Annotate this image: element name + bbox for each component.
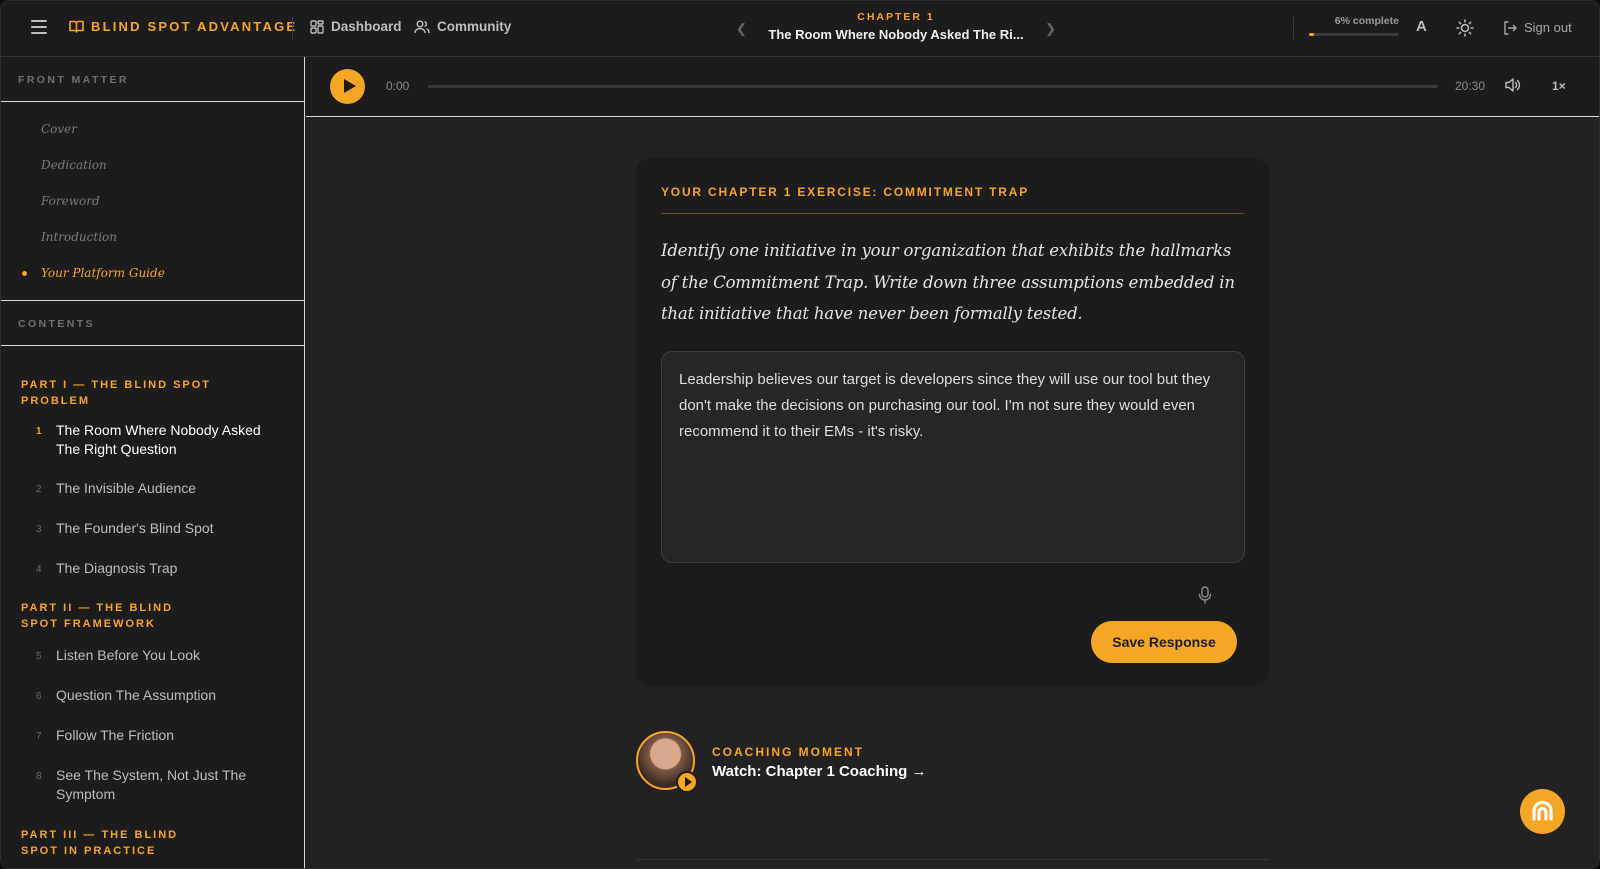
- current-time: 0:00: [386, 79, 410, 93]
- users-icon: [414, 20, 430, 33]
- reading-progress: 6% complete: [1309, 15, 1399, 36]
- section-divider: [636, 859, 1269, 860]
- dashboard-grid-icon: [310, 19, 324, 34]
- front-matter-label: Your Platform Guide: [41, 266, 165, 280]
- front-matter-item-cover[interactable]: Cover: [1, 112, 304, 148]
- chapter-title-text: The Founder's Blind Spot: [56, 520, 214, 536]
- chapter-number: 6: [36, 691, 42, 702]
- part-heading: PART I — THE BLIND SPOT PROBLEM: [21, 379, 212, 407]
- coaching-label: COACHING MOMENT: [712, 745, 864, 759]
- audio-player: 0:00 20:30 1×: [306, 57, 1599, 117]
- sign-out-label: Sign out: [1524, 20, 1572, 35]
- chapter-title-text: Question The Assumption: [56, 687, 217, 703]
- chapter-title-text: Follow The Friction: [56, 727, 175, 743]
- menu-icon[interactable]: [31, 20, 47, 34]
- brand-logo[interactable]: BLIND SPOT ADVANTAGE: [69, 19, 297, 34]
- front-matter-item-platform-guide[interactable]: Your Platform Guide: [1, 256, 304, 292]
- play-icon[interactable]: [676, 771, 698, 793]
- assistant-button[interactable]: [1520, 789, 1565, 834]
- nav-community[interactable]: Community: [414, 19, 511, 34]
- chapter-title-text: The Room Where Nobody Asked The Right Qu…: [56, 422, 261, 457]
- coaching-video-link[interactable]: Watch: Chapter 1 Coaching →: [712, 763, 926, 780]
- sidebar: FRONT MATTER Cover Dedication Foreword I…: [1, 57, 305, 868]
- progress-fill: [1309, 33, 1315, 36]
- chapter-item-5[interactable]: 5 Listen Before You Look: [1, 646, 304, 665]
- playback-speed[interactable]: 1×: [1552, 79, 1566, 93]
- chapter-label: CHAPTER 1: [857, 11, 935, 23]
- chapter-title-text: The Invisible Audience: [56, 480, 197, 496]
- chapter-item-4[interactable]: 4 The Diagnosis Trap: [1, 559, 304, 578]
- exercise-title: YOUR CHAPTER 1 EXERCISE: COMMITMENT TRAP: [661, 185, 1030, 199]
- duration: 20:30: [1455, 79, 1486, 93]
- part-heading: PART II — THE BLIND SPOT FRAMEWORK: [21, 602, 174, 630]
- sign-out-icon: [1504, 20, 1517, 35]
- brand-name: BLIND SPOT ADVANTAGE: [91, 19, 298, 34]
- front-matter-item-dedication[interactable]: Dedication: [1, 148, 304, 184]
- part-heading: PART III — THE BLIND SPOT IN PRACTICE: [21, 829, 179, 857]
- app-window: BLIND SPOT ADVANTAGE Dashboard Community…: [0, 0, 1600, 869]
- exercise-prompt: Identify one initiative in your organiza…: [661, 241, 1235, 323]
- front-matter-heading: FRONT MATTER: [1, 57, 304, 102]
- chapter-number: 5: [36, 651, 42, 662]
- main-content: YOUR CHAPTER 1 EXERCISE: COMMITMENT TRAP…: [306, 118, 1599, 868]
- volume-icon[interactable]: [1504, 76, 1522, 94]
- front-matter-label: Introduction: [41, 230, 117, 244]
- nav-community-label: Community: [437, 19, 512, 34]
- chapter-item-1[interactable]: 1 The Room Where Nobody Asked The Right Q…: [1, 421, 304, 459]
- play-button[interactable]: [330, 69, 365, 104]
- contents-heading: CONTENTS: [1, 301, 304, 346]
- front-matter-label: Cover: [41, 122, 78, 136]
- front-matter-label: Dedication: [41, 158, 107, 172]
- sign-out-button[interactable]: Sign out: [1503, 20, 1572, 35]
- front-matter-list: Cover Dedication Foreword Introduction Y…: [1, 102, 304, 301]
- save-response-button[interactable]: Save Response: [1091, 621, 1237, 663]
- front-matter-label: Foreword: [41, 194, 100, 208]
- nav-divider: [292, 17, 293, 39]
- chapter-number: 3: [36, 524, 42, 535]
- coaching-moment: COACHING MOMENT Watch: Chapter 1 Coachin…: [636, 731, 1269, 793]
- microphone-icon[interactable]: [1198, 586, 1212, 604]
- sun-icon[interactable]: [1456, 19, 1474, 37]
- chapter-item-6[interactable]: 6 Question The Assumption: [1, 686, 304, 705]
- chapter-title-text: See The System, Not Just The Symptom: [56, 767, 247, 802]
- front-matter-item-introduction[interactable]: Introduction: [1, 220, 304, 256]
- chapter-item-2[interactable]: 2 The Invisible Audience: [1, 479, 304, 498]
- exercise-card: YOUR CHAPTER 1 EXERCISE: COMMITMENT TRAP…: [636, 158, 1269, 686]
- nav-dashboard-label: Dashboard: [331, 19, 402, 34]
- book-icon: [69, 20, 84, 33]
- chapter-title: The Room Where Nobody Asked The Ri...: [768, 27, 1024, 42]
- front-matter-item-foreword[interactable]: Foreword: [1, 184, 304, 220]
- chapter-number: 1: [36, 426, 42, 437]
- chapter-number: 4: [36, 564, 42, 575]
- chapter-navigator: ❮ CHAPTER 1 The Room Where Nobody Asked …: [731, 9, 1061, 49]
- assistant-icon: [1532, 800, 1553, 821]
- nav-dashboard[interactable]: Dashboard: [310, 19, 402, 34]
- chapter-number: 2: [36, 484, 42, 495]
- chapter-item-3[interactable]: 3 The Founder's Blind Spot: [1, 519, 304, 538]
- chapter-item-8[interactable]: 8 See The System, Not Just The Symptom: [1, 766, 281, 804]
- progress-track: [1309, 33, 1399, 36]
- chapter-title-text: Listen Before You Look: [56, 647, 201, 663]
- progress-text: 6% complete: [1334, 15, 1399, 27]
- chapter-number: 8: [36, 771, 42, 782]
- chevron-right-icon[interactable]: ❯: [1045, 21, 1056, 37]
- response-textarea[interactable]: Leadership believes our target is develo…: [661, 351, 1245, 563]
- font-size-toggle[interactable]: A: [1416, 18, 1427, 35]
- chapter-title-text: The Diagnosis Trap: [56, 560, 178, 576]
- progress-divider: [1293, 17, 1294, 39]
- chapter-item-7[interactable]: 7 Follow The Friction: [1, 726, 304, 745]
- seek-bar[interactable]: [428, 85, 1438, 88]
- exercise-divider: [661, 213, 1244, 214]
- chapter-number: 7: [36, 731, 42, 742]
- active-dot: [22, 271, 27, 276]
- top-bar: BLIND SPOT ADVANTAGE Dashboard Community…: [1, 1, 1599, 57]
